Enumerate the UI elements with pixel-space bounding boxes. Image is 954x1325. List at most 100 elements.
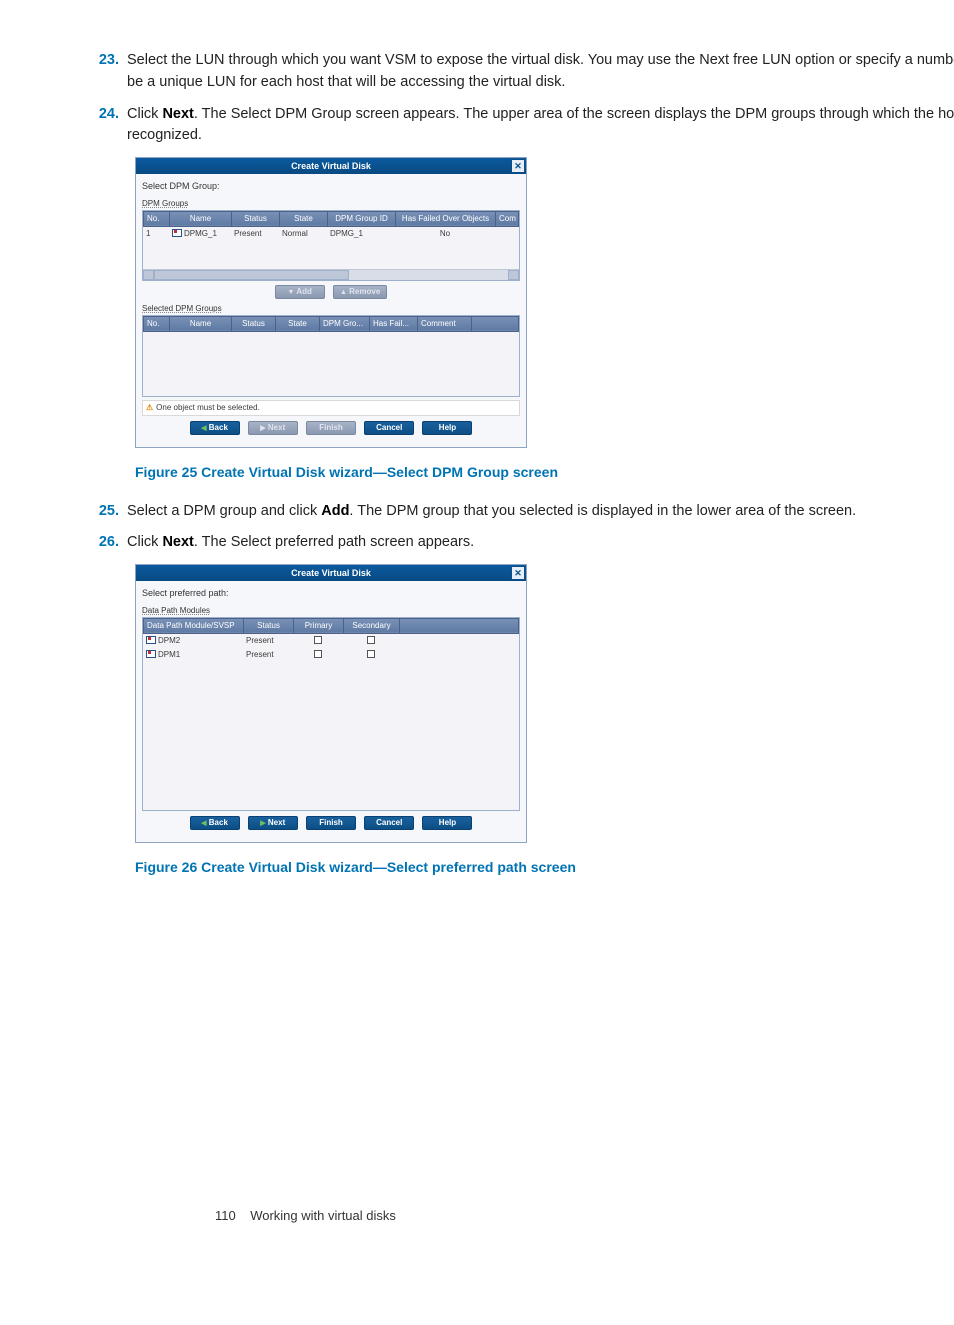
- figure-25-screenshot: Create Virtual Disk ✕ Select DPM Group: …: [135, 157, 954, 448]
- next-button[interactable]: ▶ Next: [248, 421, 298, 435]
- cell-state: Normal: [279, 227, 327, 241]
- scroll-right-arrow[interactable]: [508, 270, 519, 280]
- up-arrow-icon: ▲: [340, 287, 347, 299]
- col-header[interactable]: Secondary: [344, 618, 400, 633]
- add-button[interactable]: ▼ Add: [275, 285, 325, 299]
- step-number: 23.: [95, 50, 127, 94]
- text-part: . The DPM group that you selected is dis…: [349, 503, 856, 519]
- button-label: Add: [296, 287, 312, 296]
- cell-text: DPM2: [158, 636, 180, 645]
- col-header[interactable]: Status: [232, 211, 280, 226]
- cell-no: 1: [143, 227, 169, 241]
- table-header-row: No. Name Status State DPM Group ID Has F…: [144, 211, 519, 226]
- figure-26-screenshot: Create Virtual Disk ✕ Select preferred p…: [135, 564, 954, 843]
- text-part: Click: [127, 106, 162, 122]
- col-header[interactable]: Comment: [418, 316, 472, 331]
- back-button[interactable]: ◀ Back: [190, 421, 240, 435]
- cell-group-id: DPMG_1: [327, 227, 395, 241]
- cell-status: Present: [243, 648, 293, 662]
- col-header[interactable]: No.: [144, 211, 170, 226]
- button-label: Next: [268, 818, 285, 827]
- close-icon[interactable]: ✕: [511, 159, 525, 173]
- secondary-checkbox[interactable]: [367, 636, 375, 644]
- table-row[interactable]: 1 DPMG_1 Present Normal DPMG_1 No: [143, 227, 519, 241]
- cell-text: DPM1: [158, 650, 180, 659]
- col-header[interactable]: Com: [496, 211, 519, 226]
- secondary-checkbox[interactable]: [367, 650, 375, 658]
- primary-checkbox[interactable]: [314, 650, 322, 658]
- back-button[interactable]: ◀ Back: [190, 816, 240, 830]
- text-part: . The Select DPM Group screen appears. T…: [127, 106, 954, 144]
- col-header[interactable]: [472, 316, 519, 331]
- col-header[interactable]: Primary: [294, 618, 344, 633]
- text-part: Select a DPM group and click: [127, 503, 321, 519]
- text-bold: Next: [162, 534, 193, 550]
- cell-name: DPM2: [143, 634, 243, 648]
- next-button[interactable]: ▶ Next: [248, 816, 298, 830]
- dpm-groups-table: No. Name Status State DPM Group ID Has F…: [142, 210, 520, 281]
- dialog-title-bar: Create Virtual Disk ✕: [136, 565, 526, 581]
- figure-caption: Figure 25 Create Virtual Disk wizard—Sel…: [135, 462, 954, 483]
- dpm-icon: [146, 636, 156, 644]
- step-text: Select a DPM group and click Add. The DP…: [127, 501, 954, 523]
- primary-checkbox[interactable]: [314, 636, 322, 644]
- close-icon[interactable]: ✕: [511, 566, 525, 580]
- down-arrow-icon: ▼: [288, 287, 295, 299]
- data-path-modules-label: Data Path Modules: [142, 606, 210, 615]
- step-number: 26.: [95, 532, 127, 554]
- finish-button[interactable]: Finish: [306, 421, 356, 435]
- help-button[interactable]: Help: [422, 421, 472, 435]
- cell-name: DPMG_1: [169, 227, 231, 241]
- step-text: Click Next. The Select DPM Group screen …: [127, 104, 954, 148]
- cell-failed: No: [395, 227, 495, 241]
- cell-text: DPMG_1: [184, 229, 217, 238]
- remove-button[interactable]: ▲ Remove: [333, 285, 387, 299]
- selected-dpm-groups-label: Selected DPM Groups: [142, 304, 222, 313]
- col-header[interactable]: DPM Group ID: [328, 211, 396, 226]
- page-number: 110: [215, 1208, 236, 1223]
- col-header[interactable]: Name: [170, 316, 232, 331]
- step-number: 25.: [95, 501, 127, 523]
- col-header[interactable]: Name: [170, 211, 232, 226]
- table-header-row: Data Path Module/SVSP Status Primary Sec…: [144, 618, 519, 633]
- warning-text: One object must be selected.: [156, 403, 260, 412]
- text-part: Click: [127, 534, 162, 550]
- selected-dpm-groups-table: No. Name Status State DPM Gro... Has Fai…: [142, 315, 520, 397]
- section-label: Select preferred path:: [142, 587, 520, 601]
- col-header[interactable]: Status: [232, 316, 276, 331]
- dpm-icon: [146, 650, 156, 658]
- table-row[interactable]: DPM2 Present: [143, 634, 519, 648]
- scroll-left-arrow[interactable]: [143, 270, 154, 280]
- col-header[interactable]: No.: [144, 316, 170, 331]
- dpm-group-icon: [172, 229, 182, 237]
- text-part: . The Select preferred path screen appea…: [194, 534, 474, 550]
- warning-bar: ⚠One object must be selected.: [142, 400, 520, 416]
- button-label: Next: [268, 423, 285, 432]
- table-row[interactable]: DPM1 Present: [143, 648, 519, 662]
- warning-icon: ⚠: [146, 403, 153, 412]
- finish-button[interactable]: Finish: [306, 816, 356, 830]
- left-arrow-icon: ◀: [201, 818, 206, 830]
- col-header[interactable]: DPM Gro...: [320, 316, 370, 331]
- dpm-groups-label: DPM Groups: [142, 199, 188, 208]
- cell-status: Present: [231, 227, 279, 241]
- dialog-title: Create Virtual Disk: [291, 568, 371, 578]
- help-button[interactable]: Help: [422, 816, 472, 830]
- page-footer: 110 Working with virtual disks: [215, 1206, 396, 1226]
- left-arrow-icon: ◀: [201, 423, 206, 435]
- col-header[interactable]: Data Path Module/SVSP: [144, 618, 244, 633]
- col-header[interactable]: State: [280, 211, 328, 226]
- step-text: Click Next. The Select preferred path sc…: [127, 532, 954, 554]
- table-header-row: No. Name Status State DPM Gro... Has Fai…: [144, 316, 519, 331]
- scroll-thumb[interactable]: [154, 270, 349, 280]
- col-header[interactable]: Status: [244, 618, 294, 633]
- col-header[interactable]: Has Failed Over Objects: [396, 211, 496, 226]
- col-header[interactable]: Has Fail...: [370, 316, 418, 331]
- horizontal-scrollbar[interactable]: [143, 269, 519, 280]
- text-bold: Add: [321, 503, 349, 519]
- cancel-button[interactable]: Cancel: [364, 816, 414, 830]
- button-label: Remove: [349, 287, 380, 296]
- col-header[interactable]: State: [276, 316, 320, 331]
- cancel-button[interactable]: Cancel: [364, 421, 414, 435]
- right-arrow-icon: ▶: [260, 818, 265, 830]
